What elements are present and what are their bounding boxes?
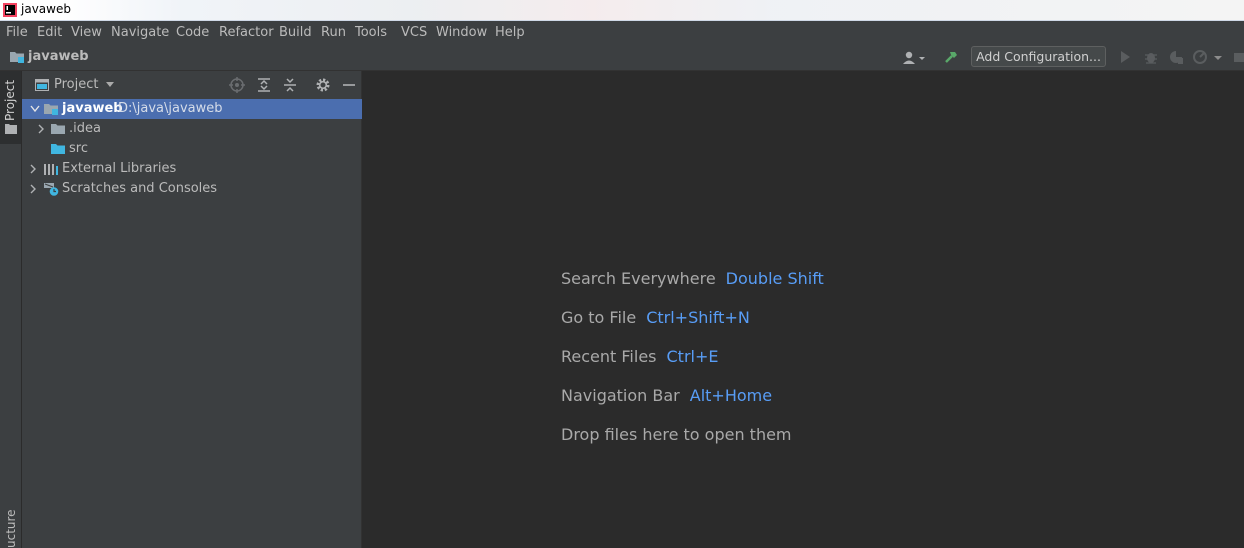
libraries-icon — [44, 164, 58, 175]
editor-empty-area[interactable]: Search Everywhere Double Shift Go to File… — [363, 71, 1244, 548]
build-hammer-icon[interactable] — [943, 49, 959, 65]
profiler-icon[interactable] — [1192, 49, 1208, 65]
chevron-down-icon[interactable] — [106, 82, 114, 87]
hint-action: Go to File — [561, 308, 637, 327]
hint-action: Search Everywhere — [561, 269, 716, 288]
tree-item-label: .idea — [69, 121, 101, 136]
window-title: javaweb — [21, 2, 71, 16]
project-tool-tab[interactable]: Project — [0, 71, 21, 144]
tree-item-label: javaweb — [62, 101, 123, 116]
module-folder-icon — [10, 52, 24, 63]
menu-vcs[interactable]: VCS — [401, 25, 427, 40]
menu-tools[interactable]: Tools — [355, 25, 387, 40]
tree-item-scratches-and-consoles[interactable]: Scratches and Consoles — [22, 179, 362, 199]
tree-item-path: D:\java\javaweb — [118, 101, 223, 116]
hint-go-to-file: Go to File Ctrl+Shift+N — [561, 308, 750, 327]
hint-shortcut: Ctrl+Shift+N — [646, 308, 750, 327]
intellij-app-icon — [3, 3, 17, 17]
hide-panel-icon[interactable] — [341, 77, 357, 93]
menu-code[interactable]: Code — [176, 25, 209, 40]
breadcrumb-project[interactable]: javaweb — [28, 49, 89, 64]
project-tab-label: Project — [3, 79, 17, 121]
project-view-selector[interactable]: Project — [54, 77, 98, 92]
folder-icon — [5, 124, 17, 134]
hint-action: Recent Files — [561, 347, 657, 366]
tree-item-src[interactable]: src — [22, 139, 362, 159]
hint-search-everywhere: Search Everywhere Double Shift — [561, 269, 824, 288]
tree-item-label: Scratches and Consoles — [62, 181, 218, 196]
menu-build[interactable]: Build — [279, 25, 312, 40]
debug-icon[interactable] — [1143, 49, 1159, 65]
navigation-bar: javaweb Add Configuration... — [0, 44, 1244, 71]
titlebar-background — [60, 0, 1244, 20]
hint-recent-files: Recent Files Ctrl+E — [561, 347, 718, 366]
hint-action: Drop files here to open them — [561, 425, 792, 444]
hint-drop-files: Drop files here to open them — [561, 425, 792, 444]
chevron-down-icon[interactable] — [30, 103, 40, 115]
project-view-icon — [35, 79, 49, 91]
tree-item-label: src — [69, 141, 88, 156]
menu-file[interactable]: File — [6, 25, 28, 40]
menu-bar: File Edit View Navigate Code Refactor Bu… — [0, 21, 1244, 44]
menu-navigate[interactable]: Navigate — [111, 25, 169, 40]
user-account-icon[interactable] — [902, 50, 928, 66]
left-tool-strip: Project ucture — [0, 71, 22, 548]
tree-item-label: External Libraries — [62, 161, 177, 176]
chevron-right-icon[interactable] — [36, 123, 46, 135]
more-run-options-chevron-icon[interactable] — [1212, 49, 1224, 65]
window-titlebar: javaweb — [0, 0, 1244, 21]
menu-view[interactable]: View — [71, 25, 102, 40]
structure-tab-label[interactable]: ucture — [4, 509, 18, 548]
folder-icon — [51, 124, 65, 134]
coverage-icon[interactable] — [1168, 49, 1184, 65]
run-icon[interactable] — [1117, 49, 1133, 65]
menu-refactor[interactable]: Refactor — [219, 25, 274, 40]
menu-edit[interactable]: Edit — [37, 25, 62, 40]
hint-shortcut: Ctrl+E — [666, 347, 719, 366]
gear-icon[interactable] — [315, 77, 331, 93]
module-folder-icon — [44, 104, 58, 115]
source-folder-icon — [51, 144, 65, 154]
scratches-icon — [44, 183, 59, 196]
hint-shortcut: Alt+Home — [689, 386, 773, 405]
stop-icon[interactable] — [1232, 49, 1244, 65]
hint-shortcut: Double Shift — [725, 269, 824, 288]
chevron-right-icon[interactable] — [28, 183, 38, 195]
menu-window[interactable]: Window — [436, 25, 487, 40]
select-opened-file-icon[interactable] — [229, 77, 245, 93]
tree-item-idea[interactable]: .idea — [22, 119, 362, 139]
hint-navigation-bar: Navigation Bar Alt+Home — [561, 386, 772, 405]
project-tool-window: Project javaweb D:\java\javaweb .idea sr… — [22, 71, 362, 548]
expand-all-icon[interactable] — [256, 77, 272, 93]
project-panel-header: Project — [22, 71, 362, 99]
chevron-right-icon[interactable] — [28, 163, 38, 175]
menu-run[interactable]: Run — [321, 25, 346, 40]
tree-item-javaweb[interactable]: javaweb D:\java\javaweb — [22, 99, 362, 119]
tree-item-external-libraries[interactable]: External Libraries — [22, 159, 362, 179]
menu-help[interactable]: Help — [495, 25, 525, 40]
add-configuration-button[interactable]: Add Configuration... — [971, 46, 1106, 67]
hint-action: Navigation Bar — [561, 386, 680, 405]
collapse-all-icon[interactable] — [282, 77, 298, 93]
